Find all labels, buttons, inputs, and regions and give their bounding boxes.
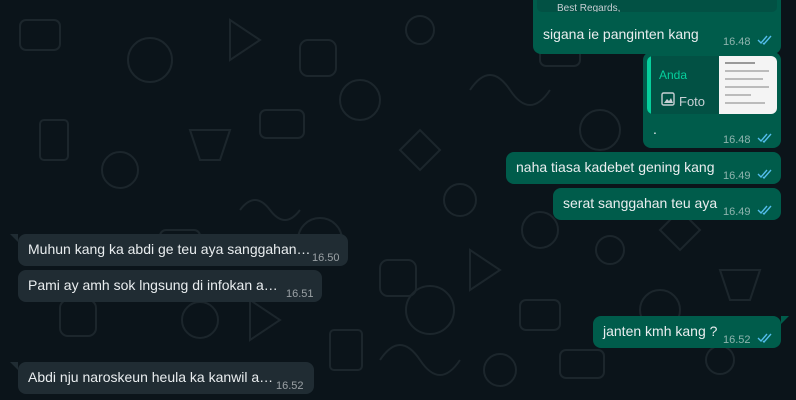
quoted-message[interactable]: Best Regards, (537, 0, 777, 12)
quoted-text: Best Regards, (557, 3, 621, 12)
message-time: 16.49 (723, 206, 751, 218)
message-text: serat sanggahan teu aya (563, 195, 718, 211)
message-text: sigana ie panginten kang (543, 26, 699, 42)
read-ticks-icon (757, 333, 772, 343)
reply-accent-bar (647, 56, 651, 114)
read-ticks-icon (757, 169, 772, 179)
incoming-message-bubble[interactable]: Abdi nju naroskeun heula ka kanwil a… 16… (18, 362, 314, 394)
incoming-message-bubble[interactable]: Muhun kang ka abdi ge teu aya sanggahan…… (18, 234, 348, 266)
message-text: . (653, 121, 657, 137)
message-text: naha tiasa kadebet gening kang (516, 159, 715, 175)
message-text: janten kmh kang ? (603, 323, 718, 339)
message-time: 16.50 (312, 252, 340, 264)
read-ticks-icon (757, 133, 772, 143)
reply-author: Anda (659, 68, 688, 82)
message-time: 16.49 (723, 170, 751, 182)
photo-icon (661, 92, 675, 106)
message-time: 16.52 (276, 380, 304, 392)
outgoing-message-bubble[interactable]: naha tiasa kadebet gening kang 16.49 (506, 152, 781, 184)
incoming-message-bubble[interactable]: Pami ay amh sok lngsung di infokan a… 16… (18, 270, 322, 302)
message-time: 16.48 (723, 134, 751, 146)
message-time: 16.48 (723, 36, 751, 48)
read-ticks-icon (757, 35, 772, 45)
bubble-tail-icon (10, 234, 18, 242)
bubble-tail-icon (10, 362, 18, 370)
message-time: 16.51 (286, 288, 314, 300)
message-text: Abdi nju naroskeun heula ka kanwil a… (28, 369, 274, 385)
message-time: 16.52 (723, 334, 751, 346)
bubble-tail-icon (781, 316, 789, 324)
reply-preview[interactable]: Anda Foto (647, 56, 777, 114)
outgoing-message-bubble[interactable]: Anda Foto . 16.48 (643, 52, 781, 148)
reply-media-label: Foto (679, 94, 706, 109)
read-ticks-icon (757, 205, 772, 215)
message-text: Muhun kang ka abdi ge teu aya sanggahan… (28, 241, 311, 257)
photo-thumbnail (719, 56, 777, 114)
outgoing-message-bubble[interactable]: serat sanggahan teu aya 16.49 (553, 188, 781, 220)
message-text: Pami ay amh sok lngsung di infokan a… (28, 277, 278, 293)
outgoing-message-bubble[interactable]: janten kmh kang ? 16.52 (593, 316, 781, 348)
outgoing-message-bubble[interactable]: Best Regards, sigana ie panginten kang 1… (533, 0, 781, 54)
